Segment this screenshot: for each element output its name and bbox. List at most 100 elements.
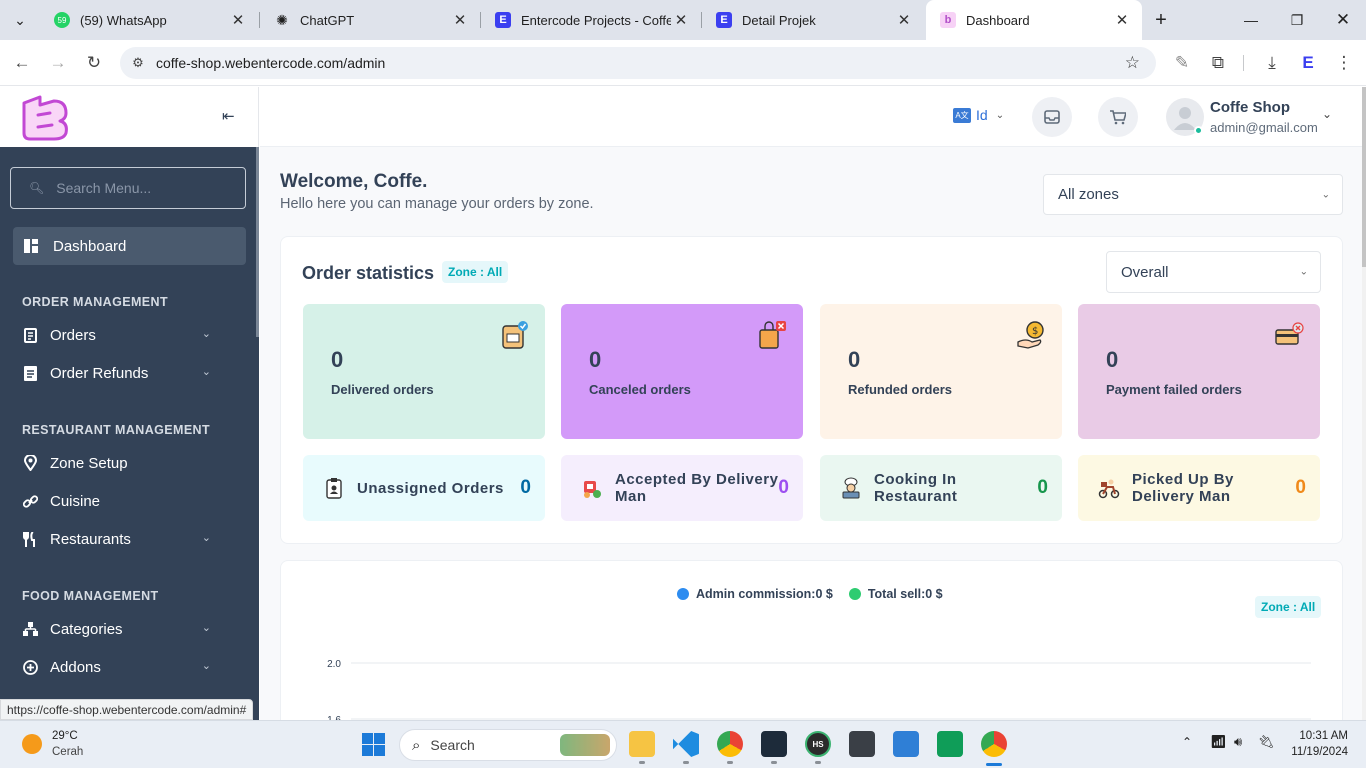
chevron-down-icon: ⌄ (201, 622, 211, 634)
stat-refunded-orders[interactable]: $ 0 Refunded orders (820, 304, 1062, 439)
mini-value: 0 (1295, 477, 1306, 498)
stat-label: Delivered orders (331, 382, 434, 397)
sidebar-item-order-refunds[interactable]: Order Refunds ⌄ (0, 354, 233, 392)
clock-time[interactable]: 10:31 AM (1296, 730, 1348, 742)
mini-picked-up-by-delivery-man[interactable]: Picked Up By Delivery Man 0 (1078, 455, 1320, 521)
taskbar-search[interactable]: ⌕ Search (399, 729, 617, 761)
sidebar-item-label: Categories (50, 620, 123, 638)
restore-button[interactable]: ❐ (1274, 0, 1320, 40)
search-menu-input[interactable]: 🔍︎ Search Menu... (10, 167, 246, 209)
orders-icon (22, 327, 38, 343)
stat-payment-failed-orders[interactable]: 0 Payment failed orders (1078, 304, 1320, 439)
refund-coin-icon: $ (1017, 321, 1044, 349)
cart-button[interactable] (1098, 97, 1138, 137)
stat-value: 0 (331, 347, 344, 372)
stat-value: 0 (848, 347, 861, 372)
close-tab-icon[interactable]: ✕ (894, 11, 914, 29)
stat-delivered-orders[interactable]: 0 Delivered orders (303, 304, 545, 439)
forward-button[interactable]: → (40, 40, 76, 86)
back-button[interactable]: ← (4, 40, 40, 86)
reload-button[interactable]: ↻ (76, 40, 112, 86)
terminal-icon[interactable] (761, 731, 787, 757)
y-tick-label: 2.0 (327, 659, 341, 670)
sidebar-item-cuisine[interactable]: Cuisine (0, 482, 233, 520)
snipping-tool-icon[interactable] (849, 731, 875, 757)
site-info-icon[interactable]: ⚙ (120, 55, 156, 71)
address-bar[interactable]: ⚙ coffe-shop.webentercode.com/admin ☆ (120, 47, 1156, 79)
close-window-button[interactable]: ✕ (1320, 0, 1366, 40)
user-menu-chevron-icon[interactable]: ⌄ (1322, 107, 1332, 121)
user-name[interactable]: Coffe Shop (1210, 99, 1290, 116)
sidebar-scrollbar[interactable] (256, 147, 259, 337)
stat-label: Refunded orders (848, 382, 953, 397)
windows-start-icon[interactable] (362, 733, 385, 756)
google-meet-icon[interactable] (937, 731, 963, 757)
mini-value: 0 (520, 477, 531, 498)
new-tab-button[interactable]: + (1142, 0, 1180, 40)
browser-menu-icon[interactable]: ⋮ (1326, 40, 1362, 86)
browser-toolbar: ← → ↻ ⚙ coffe-shop.webentercode.com/admi… (0, 40, 1366, 86)
bookmark-star-icon[interactable]: ☆ (1125, 53, 1140, 73)
page-scrollbar[interactable] (1362, 87, 1366, 720)
entercode-extension-icon[interactable]: E (1290, 40, 1326, 86)
sidebar-item-label: Orders (50, 326, 96, 344)
vscode-icon[interactable] (673, 731, 699, 757)
heidisql-icon[interactable]: HS (805, 731, 831, 757)
language-selector[interactable]: A文 Id ⌄ (953, 107, 1004, 123)
weather-temp[interactable]: 29°C (52, 730, 78, 742)
battery-icon[interactable]: 🔌︎ (1258, 734, 1275, 750)
mini-unassigned-orders[interactable]: Unassigned Orders 0 (303, 455, 545, 521)
sidebar-item-restaurants[interactable]: Restaurants ⌄ (0, 520, 233, 558)
zone-select[interactable]: All zones ⌄ (1043, 174, 1343, 215)
tab-detail-projek[interactable]: E Detail Projek ✕ (702, 0, 924, 40)
close-tab-icon[interactable]: ✕ (228, 11, 248, 29)
wifi-icon[interactable]: 📶︎ (1210, 734, 1227, 750)
dashboard-icon (23, 238, 39, 254)
tab-search-button[interactable]: ⌄ (0, 0, 40, 40)
collapse-sidebar-icon[interactable]: ⇤ (222, 107, 235, 125)
section-restaurant-management: RESTAURANT MANAGEMENT (22, 423, 211, 437)
weather-sun-icon[interactable] (22, 734, 42, 754)
extensions-icon[interactable]: ⧉ (1200, 40, 1236, 86)
canceled-bag-icon (759, 321, 786, 349)
translate-icon: A文 (953, 107, 971, 123)
close-tab-icon[interactable]: ✕ (1112, 11, 1132, 29)
messages-button[interactable] (1032, 97, 1072, 137)
sidebar-item-categories[interactable]: Categories ⌄ (0, 610, 233, 648)
windows-taskbar: 29°C Cerah ⌕ Search HS ⌃ 📶︎ 🔊︎ 🔌︎ 10:31 … (0, 720, 1366, 768)
sidebar-item-dashboard[interactable]: Dashboard (13, 227, 246, 265)
sidebar-item-orders[interactable]: Orders ⌄ (0, 316, 233, 354)
envelope-icon (1044, 110, 1060, 124)
close-tab-icon[interactable]: ✕ (450, 11, 470, 29)
avatar[interactable] (1166, 98, 1204, 136)
tray-chevron-up-icon[interactable]: ⌃ (1182, 735, 1192, 749)
tab-dashboard[interactable]: b Dashboard ✕ (926, 0, 1142, 40)
volume-icon[interactable]: 🔊︎ (1234, 734, 1242, 750)
minimize-button[interactable]: — (1228, 0, 1274, 40)
sidebar-item-zone-setup[interactable]: Zone Setup (0, 444, 233, 482)
file-explorer-icon[interactable] (629, 731, 655, 757)
mini-accepted-by-delivery-man[interactable]: Accepted By Delivery Man 0 (561, 455, 803, 521)
mini-cooking-in-restaurant[interactable]: Cooking In Restaurant 0 (820, 455, 1062, 521)
stat-canceled-orders[interactable]: 0 Canceled orders (561, 304, 803, 439)
edit-pencil-icon[interactable]: ✎ (1164, 40, 1200, 86)
tab-chatgpt[interactable]: ✺ ChatGPT ✕ (260, 0, 480, 40)
statistics-period-select[interactable]: Overall ⌄ (1106, 251, 1321, 293)
notepad-icon[interactable] (893, 731, 919, 757)
brand-logo[interactable] (20, 93, 70, 141)
active-app-indicator (986, 763, 1002, 766)
sidebar-item-addons[interactable]: Addons ⌄ (0, 648, 233, 686)
chrome-profile-icon[interactable] (717, 731, 743, 757)
tab-whatsapp[interactable]: 59 (59) WhatsApp ✕ (40, 0, 258, 40)
language-label: Id (976, 107, 988, 123)
tab-entercode-projects[interactable]: E Entercode Projects - Coffee S ✕ (481, 0, 701, 40)
sidebar-item-label: Restaurants (50, 530, 131, 548)
close-tab-icon[interactable]: ✕ (671, 11, 691, 29)
chrome-icon[interactable] (981, 731, 1007, 757)
page-scrollbar-thumb[interactable] (1362, 87, 1366, 267)
page-title: Welcome, Coffe. (280, 171, 428, 192)
download-icon[interactable]: ⤓ (1254, 40, 1290, 86)
url-text[interactable]: coffe-shop.webentercode.com/admin (156, 55, 385, 71)
clock-date[interactable]: 11/19/2024 (1286, 746, 1348, 758)
categories-icon (22, 621, 38, 637)
